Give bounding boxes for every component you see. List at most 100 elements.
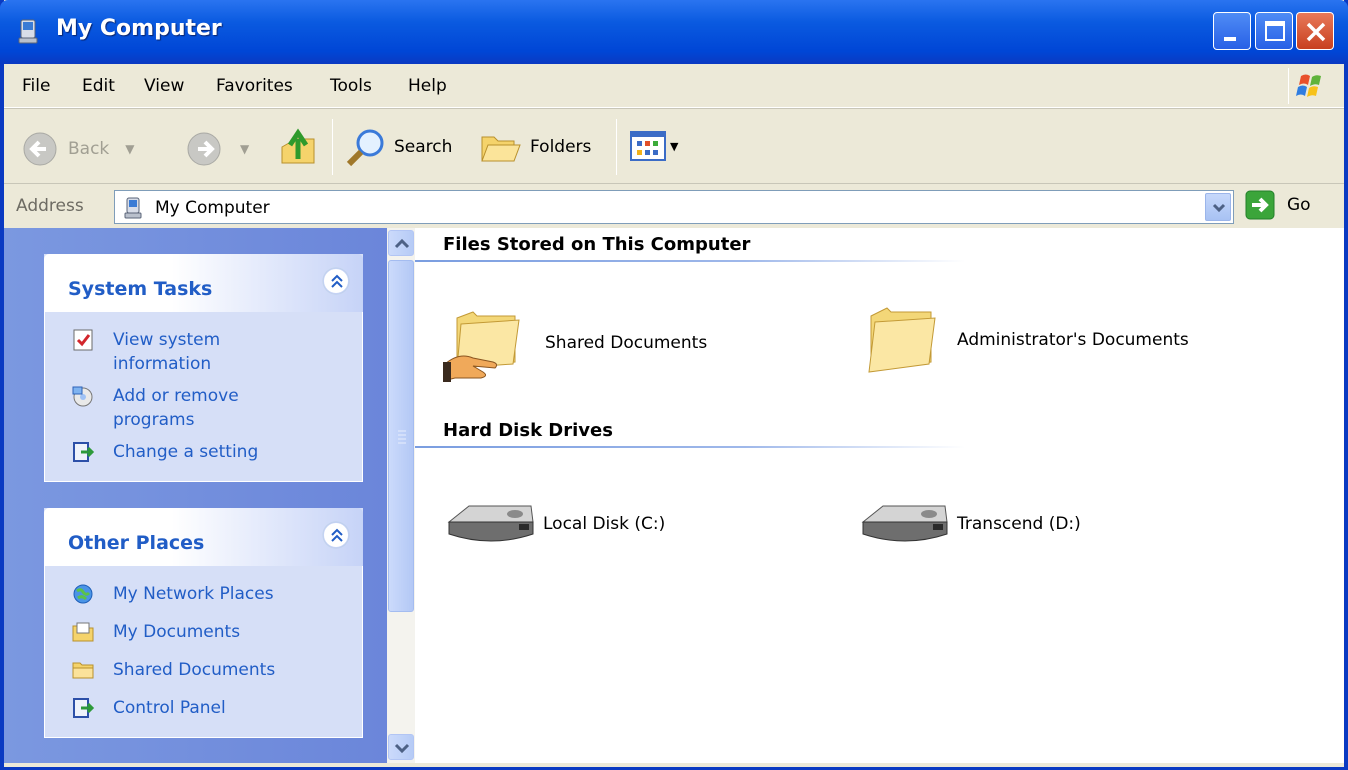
views-dropdown-icon[interactable]: ▼	[670, 140, 678, 153]
system-info-icon	[73, 329, 93, 351]
scroll-thumb[interactable]	[388, 260, 414, 612]
add-remove-programs-link[interactable]: Add or remove programs	[71, 384, 239, 432]
menu-edit[interactable]: Edit	[82, 76, 115, 96]
control-panel-icon	[73, 698, 95, 718]
scroll-up-button[interactable]	[388, 230, 414, 256]
other-places-header[interactable]: Other Places	[44, 508, 363, 566]
task-pane: System Tasks View system information Add…	[4, 228, 387, 763]
task-pane-scrollbar[interactable]	[387, 228, 415, 763]
window-title: My Computer	[56, 16, 222, 41]
item-transcend-d[interactable]: Transcend (D:)	[859, 500, 1081, 548]
chevron-up-double-icon	[331, 528, 343, 542]
go-label: Go	[1287, 195, 1311, 215]
collapse-other-places-button[interactable]	[323, 522, 349, 548]
scroll-down-button[interactable]	[388, 734, 414, 760]
my-computer-icon	[124, 197, 142, 219]
other-places-panel: Other Places My Network Places My Docume…	[44, 508, 363, 738]
menu-bar: File Edit View Favorites Tools Help	[4, 64, 1344, 108]
item-label: Transcend (D:)	[957, 514, 1081, 534]
go-button[interactable]: Go	[1245, 190, 1311, 220]
item-shared-documents[interactable]: Shared Documents	[443, 302, 707, 384]
task-label-line1: View system	[113, 330, 221, 350]
menu-view[interactable]: View	[144, 76, 184, 96]
back-button[interactable]: Back ▼	[22, 131, 135, 167]
up-folder-button[interactable]	[276, 125, 320, 169]
item-label: Local Disk (C:)	[543, 514, 666, 534]
item-label: Shared Documents	[545, 333, 708, 353]
add-remove-programs-icon	[72, 386, 93, 407]
change-setting-link[interactable]: Change a setting	[71, 440, 258, 464]
search-button[interactable]: Search	[344, 127, 452, 167]
other-places-title: Other Places	[68, 532, 205, 554]
views-button[interactable]: ▼	[630, 131, 678, 161]
menu-tools[interactable]: Tools	[330, 76, 372, 96]
other-places-body: My Network Places My Documents Shared Do…	[44, 566, 363, 738]
search-icon	[346, 129, 384, 167]
maximize-button[interactable]	[1255, 12, 1293, 50]
view-system-info-link[interactable]: View system information	[71, 328, 220, 376]
item-local-disk-c[interactable]: Local Disk (C:)	[445, 500, 665, 548]
network-places-icon	[73, 584, 93, 604]
explorer-window: My Computer File Edit View Favorites Too…	[0, 0, 1348, 770]
place-shared-documents[interactable]: Shared Documents	[71, 658, 275, 682]
chevron-down-icon	[1212, 203, 1226, 213]
toolbar-separator	[616, 119, 617, 175]
toolbar-separator	[332, 119, 333, 175]
chevron-up-double-icon	[331, 274, 343, 288]
search-label: Search	[394, 137, 453, 157]
close-button[interactable]	[1296, 12, 1334, 50]
place-my-documents[interactable]: My Documents	[71, 620, 240, 644]
item-label: Administrator's Documents	[957, 330, 1189, 350]
system-tasks-panel: System Tasks View system information Add…	[44, 254, 363, 482]
collapse-system-tasks-button[interactable]	[323, 268, 349, 294]
address-input[interactable]: My Computer	[114, 190, 1234, 224]
item-administrators-documents[interactable]: Administrator's Documents	[865, 302, 1189, 378]
place-label: Control Panel	[113, 698, 226, 718]
place-my-network-places[interactable]: My Network Places	[71, 582, 274, 606]
system-tasks-header[interactable]: System Tasks	[44, 254, 363, 312]
chevron-up-icon	[394, 238, 410, 249]
group-divider	[415, 260, 965, 262]
system-tasks-body: View system information Add or remove pr…	[44, 312, 363, 482]
up-folder-icon	[281, 128, 315, 164]
forward-dropdown-icon[interactable]: ▼	[240, 142, 249, 156]
close-icon	[1306, 22, 1326, 42]
minimize-button[interactable]	[1213, 12, 1251, 50]
hard-disk-icon	[447, 505, 534, 542]
files-group-header: Files Stored on This Computer	[443, 234, 751, 255]
back-arrow-icon	[23, 132, 57, 166]
windows-logo-icon	[1288, 68, 1332, 104]
title-bar[interactable]: My Computer	[0, 0, 1348, 64]
address-label: Address	[16, 196, 84, 216]
place-label: Shared Documents	[113, 660, 276, 680]
task-label-line2: programs	[113, 410, 195, 430]
address-dropdown-button[interactable]	[1205, 193, 1231, 221]
task-label-line1: Add or remove	[113, 386, 239, 406]
grip-icon	[398, 430, 406, 444]
menu-file[interactable]: File	[22, 76, 50, 96]
menu-favorites[interactable]: Favorites	[216, 76, 293, 96]
address-bar: Address My Computer Go	[4, 184, 1344, 228]
my-documents-icon	[72, 622, 94, 642]
task-label: Change a setting	[113, 442, 259, 462]
control-panel-icon	[73, 442, 95, 462]
folders-button[interactable]: Folders	[480, 127, 591, 167]
my-computer-icon	[18, 19, 38, 44]
place-control-panel[interactable]: Control Panel	[71, 696, 226, 720]
minimize-icon	[1224, 37, 1236, 41]
hard-disk-icon	[861, 505, 948, 542]
address-value: My Computer	[155, 198, 270, 218]
back-dropdown-icon[interactable]: ▼	[125, 142, 134, 156]
go-arrow-icon	[1245, 190, 1275, 220]
content-pane: Files Stored on This Computer Shared Doc…	[415, 228, 1344, 763]
folder-icon	[72, 662, 94, 679]
forward-button[interactable]: ▼	[186, 131, 249, 167]
menu-help[interactable]: Help	[408, 76, 447, 96]
folders-icon	[481, 136, 521, 162]
folders-label: Folders	[530, 137, 592, 157]
drives-group-header: Hard Disk Drives	[443, 420, 613, 441]
shared-folder-icon	[443, 311, 520, 382]
chevron-down-icon	[394, 743, 410, 754]
maximize-icon	[1265, 21, 1285, 41]
system-tasks-title: System Tasks	[68, 278, 213, 300]
